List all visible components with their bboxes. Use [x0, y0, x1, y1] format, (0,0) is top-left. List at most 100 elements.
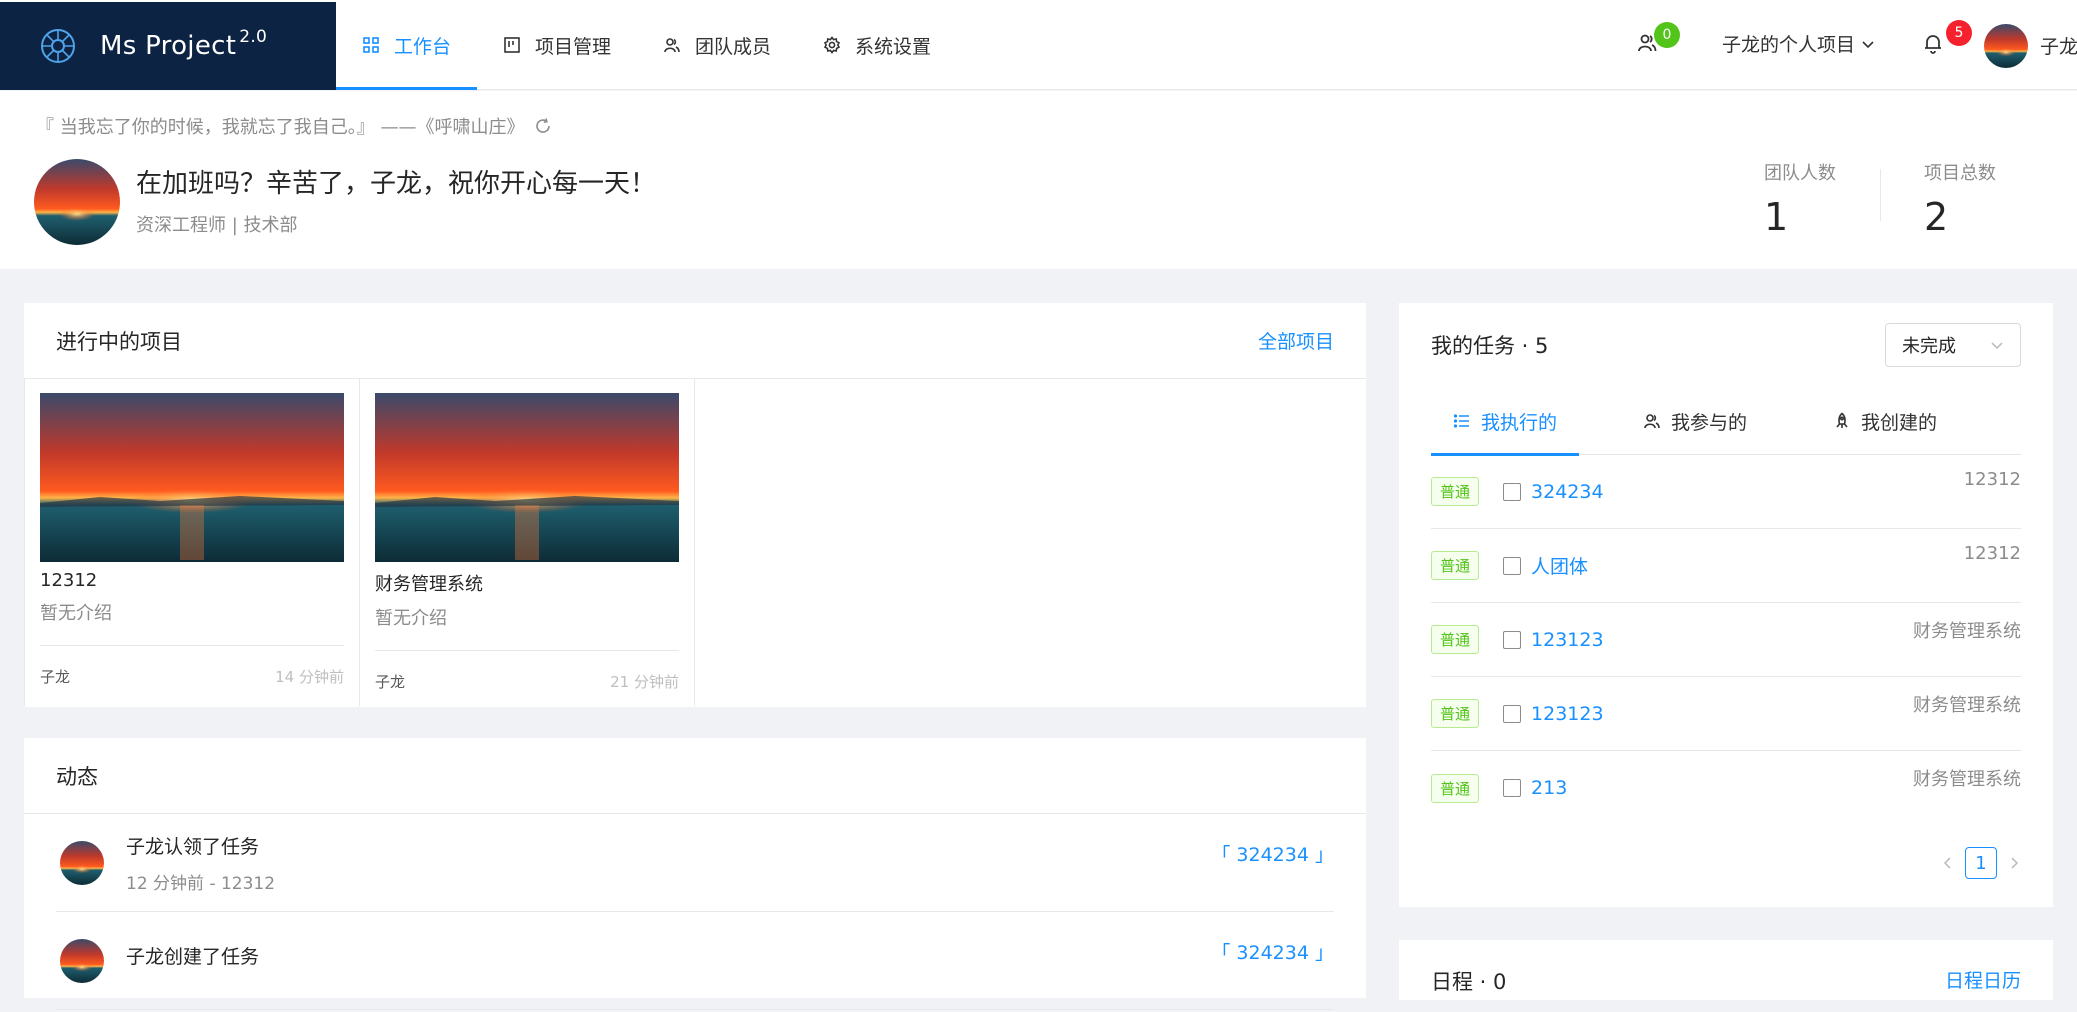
- team-icon: [664, 38, 680, 53]
- task-status-select[interactable]: 未完成: [1885, 323, 2021, 367]
- activity-task-link[interactable]: 「 324234 」: [1211, 938, 1334, 965]
- nav-label: 项目管理: [535, 35, 612, 58]
- stat-label: 项目总数: [1924, 163, 1996, 184]
- avatar-image: [60, 840, 104, 885]
- project-name: 财务管理系统: [375, 574, 483, 595]
- main-nav: 工作台 项目管理 团队成员 系统设置: [336, 0, 957, 90]
- avatar: [60, 938, 104, 983]
- task-name-link[interactable]: 123123: [1531, 629, 1604, 651]
- project-owner: 子龙: [375, 673, 406, 691]
- chevron-left-icon[interactable]: [1941, 856, 1955, 870]
- task-name-link[interactable]: 人团体: [1531, 552, 1588, 579]
- my-tasks-card: 我的任务 · 5 未完成 我执行的 我参与的 我创建的 普通 324234 12…: [1399, 303, 2053, 907]
- schedule-calendar-link[interactable]: 日程日历: [1945, 966, 2021, 993]
- table-row: 普通 123123 财务管理系统: [1431, 603, 2021, 677]
- bell-icon[interactable]: [1922, 32, 1944, 54]
- user-name[interactable]: 子龙: [2040, 32, 2077, 59]
- project-card[interactable]: 12312 暂无介绍 子龙 14 分钟前: [24, 379, 360, 706]
- project-card[interactable]: 财务管理系统 暂无介绍 子龙 21 分钟前: [359, 379, 695, 706]
- nav-workbench[interactable]: 工作台: [336, 0, 478, 90]
- project-cover-image: [40, 393, 344, 562]
- avatar: [60, 840, 104, 885]
- task-tabs: 我执行的 我参与的 我创建的: [1431, 387, 2021, 456]
- project-desc: 暂无介绍: [375, 608, 447, 629]
- task-list: 普通 324234 12312 普通 人团体 12312 普通 123123 财…: [1431, 455, 2021, 825]
- activity-title: 子龙认领了任务: [126, 835, 260, 858]
- priority-tag: 普通: [1431, 773, 1480, 803]
- project-time: 14 分钟前: [275, 668, 344, 686]
- table-row: 普通 213 财务管理系统: [1431, 751, 2021, 825]
- tab-participating[interactable]: 我参与的: [1621, 387, 1769, 455]
- top-navigation-bar: Ms Project 2.0 工作台 项目管理 团队成员 系统设置 0 子龙的个人…: [0, 0, 2077, 90]
- nav-projects[interactable]: 项目管理: [477, 0, 637, 90]
- priority-tag: 普通: [1431, 551, 1480, 580]
- task-checkbox[interactable]: [1503, 556, 1522, 575]
- greeting-title: 在加班吗？辛苦了，子龙，祝你开心每一天！: [136, 169, 657, 199]
- priority-tag: 普通: [1431, 477, 1480, 506]
- nav-label: 系统设置: [855, 35, 932, 58]
- user-role: 资深工程师 | 技术部: [136, 215, 298, 236]
- task-project: 12312: [1963, 543, 2021, 564]
- card-title: 进行中的项目: [56, 329, 182, 354]
- all-projects-link[interactable]: 全部项目: [1258, 327, 1334, 354]
- table-row: 普通 324234 12312: [1431, 455, 2021, 529]
- tab-label: 我创建的: [1861, 411, 1938, 434]
- task-checkbox[interactable]: [1503, 482, 1522, 501]
- chevron-down-icon: [1862, 40, 1874, 48]
- chevron-down-icon: [1991, 342, 2003, 350]
- project-cover: [40, 393, 344, 562]
- project-owner: 子龙: [40, 668, 71, 686]
- grid-icon: [363, 37, 379, 53]
- priority-tag: 普通: [1431, 625, 1480, 654]
- list-item: 子龙认领了任务 12 分钟前 - 12312 「 324234 」: [56, 814, 1334, 912]
- refresh-icon[interactable]: [534, 117, 552, 135]
- stat-project-count: 项目总数 2: [1924, 159, 1996, 239]
- select-value: 未完成: [1902, 336, 1956, 357]
- quote-text: 『 当我忘了你的时候，我就忘了我自己。』 ——《呼啸山庄》: [36, 117, 525, 138]
- notification-badge: 5: [1946, 20, 1972, 46]
- list-icon: [1453, 414, 1469, 428]
- task-checkbox[interactable]: [1503, 704, 1522, 723]
- tab-label: 我执行的: [1481, 411, 1558, 434]
- team-count-badge: 0: [1654, 22, 1680, 48]
- avatar-image: [60, 938, 104, 983]
- stat-value: 2: [1924, 195, 1949, 239]
- schedule-card: 日程 · 0 日程日历: [1399, 940, 2053, 1000]
- greeting-panel: 『 当我忘了你的时候，我就忘了我自己。』 ——《呼啸山庄》 在加班吗？辛苦了，子…: [0, 91, 2077, 269]
- task-project: 财务管理系统: [1913, 769, 2021, 790]
- gear-icon: [823, 36, 841, 54]
- task-checkbox[interactable]: [1503, 630, 1522, 649]
- task-name-link[interactable]: 123123: [1531, 703, 1604, 725]
- tab-executing[interactable]: 我执行的: [1431, 387, 1580, 456]
- activity-title: 子龙创建了任务: [126, 946, 260, 968]
- app-logo[interactable]: Ms Project 2.0: [0, 2, 336, 90]
- nav-label: 工作台: [394, 35, 452, 58]
- activity-meta: 12 分钟前 - 12312: [126, 873, 276, 894]
- task-project: 财务管理系统: [1913, 621, 2021, 642]
- avatar[interactable]: [1984, 24, 2028, 68]
- daily-quote: 『 当我忘了你的时候，我就忘了我自己。』 ——《呼啸山庄》: [36, 113, 552, 139]
- project-desc: 暂无介绍: [40, 603, 112, 624]
- project-time: 21 分钟前: [610, 673, 679, 691]
- nav-settings[interactable]: 系统设置: [797, 0, 957, 90]
- activity-card: 动态 子龙认领了任务 12 分钟前 - 12312 「 324234 」 子龙创…: [24, 738, 1366, 1010]
- chevron-right-icon[interactable]: [2007, 856, 2021, 870]
- task-project: 财务管理系统: [1913, 695, 2021, 716]
- avatar-image: [34, 159, 120, 245]
- card-title: 日程 · 0: [1431, 970, 1507, 994]
- task-name-link[interactable]: 324234: [1531, 481, 1604, 503]
- tab-created[interactable]: 我创建的: [1811, 387, 1959, 455]
- nav-members[interactable]: 团队成员: [637, 0, 797, 90]
- task-checkbox[interactable]: [1503, 779, 1522, 797]
- table-row: 普通 人团体 12312: [1431, 529, 2021, 603]
- project-switcher-label: 子龙的个人项目: [1722, 34, 1856, 56]
- nav-label: 团队成员: [695, 35, 772, 58]
- page-number[interactable]: 1: [1965, 847, 1997, 879]
- team-icon: [1644, 414, 1660, 429]
- project-switcher[interactable]: 子龙的个人项目: [1722, 30, 1875, 57]
- app-logo-icon: [41, 29, 75, 63]
- activity-list: 子龙认领了任务 12 分钟前 - 12312 「 324234 」 子龙创建了任…: [24, 814, 1366, 1010]
- activity-task-link[interactable]: 「 324234 」: [1211, 840, 1334, 867]
- task-name-link[interactable]: 213: [1531, 777, 1567, 799]
- table-row: 普通 123123 财务管理系统: [1431, 677, 2021, 751]
